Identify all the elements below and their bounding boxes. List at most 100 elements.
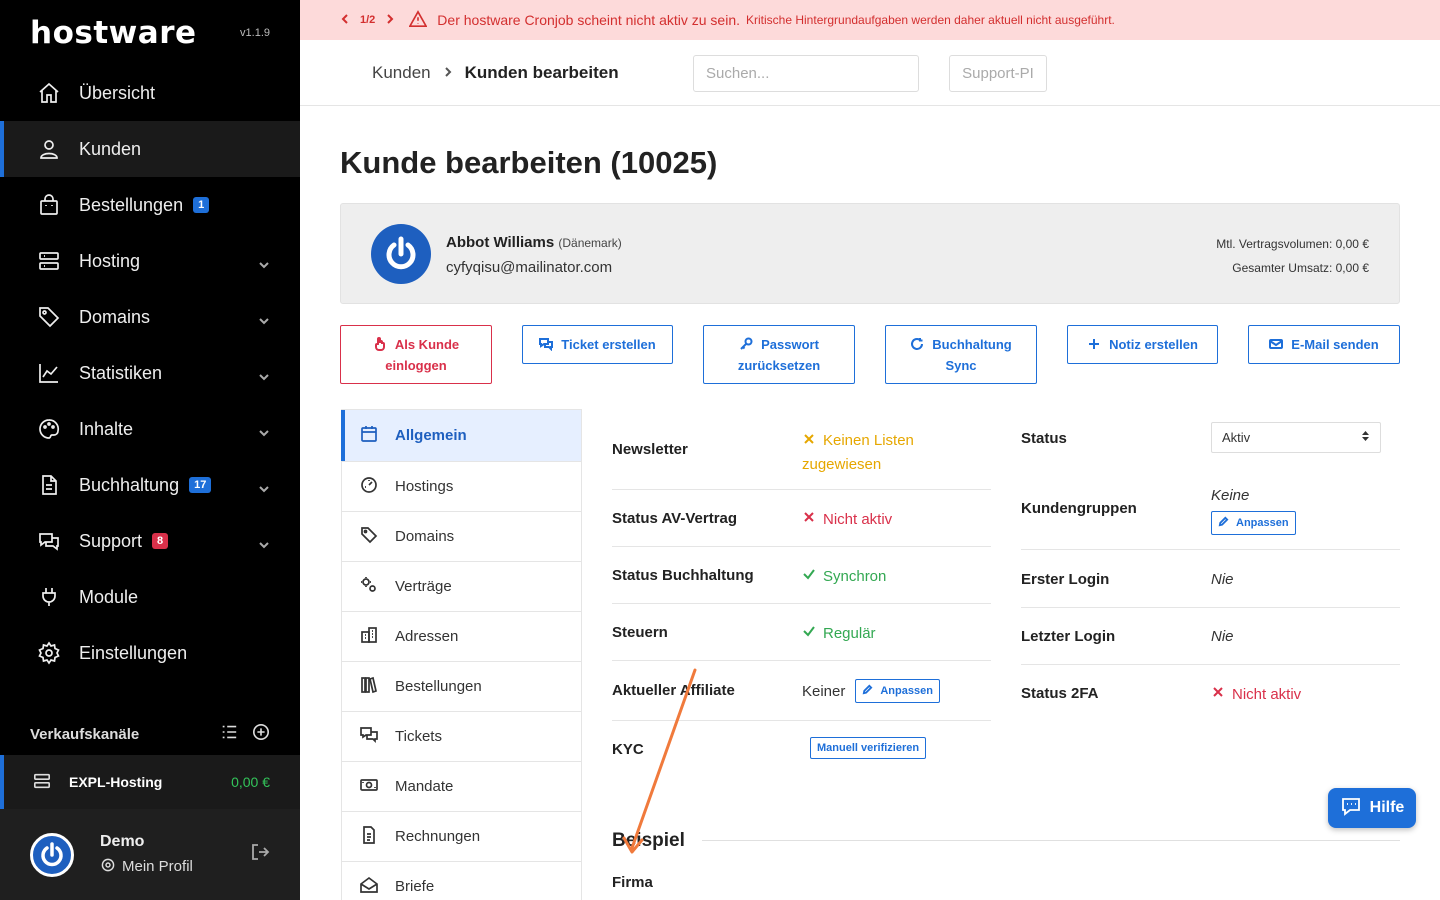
tab-briefe[interactable]: Briefe bbox=[342, 862, 581, 900]
list-icon[interactable] bbox=[220, 723, 238, 745]
info-row-newsletter: Newsletter Keinen Listen zugewiesen bbox=[612, 412, 991, 490]
tab-mandate[interactable]: Mandate bbox=[342, 762, 581, 812]
power-icon bbox=[386, 236, 416, 270]
chevron-right-icon bbox=[443, 64, 453, 82]
gear-icon bbox=[100, 857, 122, 877]
add-circle-icon[interactable] bbox=[252, 723, 270, 745]
sidebar-item-kunden[interactable]: Kunden bbox=[0, 121, 300, 177]
affiliate-edit-button[interactable]: Anpassen bbox=[855, 679, 940, 703]
sidebar-item-module[interactable]: Module bbox=[0, 569, 300, 625]
search-input[interactable] bbox=[693, 55, 919, 92]
chart-icon bbox=[36, 360, 62, 386]
alert-page-counter: 1/2 bbox=[360, 14, 376, 26]
tab-hostings[interactable]: Hostings bbox=[342, 462, 581, 512]
breadcrumb-current: Kunden bearbeiten bbox=[464, 62, 619, 82]
sidebar-item-label: Domains bbox=[79, 306, 151, 327]
info-row-2fa: Status 2FA Nicht aktiv bbox=[1021, 685, 1400, 705]
plug-icon bbox=[36, 584, 62, 610]
button-label: Buchhaltung bbox=[932, 336, 1012, 352]
server-icon bbox=[33, 772, 69, 793]
info-row-tax: Steuern Regulär bbox=[612, 604, 991, 661]
customer-summary-card: Abbot Williams (Dänemark) cyfyqisu@maili… bbox=[340, 203, 1400, 304]
support-pi-button[interactable]: Support-PI bbox=[949, 55, 1047, 92]
sidebar-item-domains[interactable]: Domains bbox=[0, 289, 300, 345]
chevron-down-icon[interactable] bbox=[258, 311, 270, 325]
orders-badge: 1 bbox=[193, 197, 210, 213]
customer-name: Abbot Williams bbox=[446, 234, 555, 251]
groups-value: Keine bbox=[1211, 487, 1250, 504]
home-icon bbox=[36, 80, 62, 106]
tab-label: Bestellungen bbox=[395, 678, 482, 695]
button-label: einloggen bbox=[385, 357, 447, 373]
accounting-badge: 17 bbox=[189, 477, 212, 493]
sidebar-item-einstellungen[interactable]: Einstellungen bbox=[0, 625, 300, 681]
my-profile-label: Mein Profil bbox=[122, 858, 193, 875]
button-label: Ticket erstellen bbox=[561, 337, 656, 352]
sidebar-item-label: Inhalte bbox=[79, 418, 134, 439]
power-icon bbox=[41, 841, 63, 866]
logout-icon[interactable] bbox=[250, 842, 270, 867]
logo[interactable]: hostware bbox=[30, 15, 197, 51]
sidebar-item-label: Module bbox=[79, 586, 139, 607]
my-profile-link[interactable]: Mein Profil bbox=[100, 857, 193, 877]
chevron-down-icon[interactable] bbox=[258, 479, 270, 493]
customer-email: cyfyqisu@mailinator.com bbox=[446, 259, 613, 276]
chevron-left-icon[interactable] bbox=[340, 13, 350, 27]
chevron-down-icon[interactable] bbox=[258, 367, 270, 381]
sidebar-item-uebersicht[interactable]: Übersicht bbox=[0, 65, 300, 121]
tab-vertraege[interactable]: Verträge bbox=[342, 562, 581, 612]
groups-edit-button[interactable]: Anpassen bbox=[1211, 511, 1296, 535]
sidebar-item-bestellungen[interactable]: Bestellungen 1 bbox=[0, 177, 300, 233]
profile-name: Demo bbox=[100, 832, 145, 850]
sidebar-item-support[interactable]: Support 8 bbox=[0, 513, 300, 569]
chevron-down-icon[interactable] bbox=[258, 423, 270, 437]
envelope-open-icon bbox=[360, 876, 395, 898]
affiliate-value-text: Keiner bbox=[802, 682, 846, 700]
tab-rechnungen[interactable]: Rechnungen bbox=[342, 812, 581, 862]
newsletter-label: Newsletter bbox=[612, 441, 688, 458]
tab-adressen[interactable]: Adressen bbox=[342, 612, 581, 662]
status-select[interactable]: Aktiv bbox=[1211, 422, 1381, 453]
create-note-button[interactable]: Notiz erstellen bbox=[1067, 325, 1218, 364]
send-email-button[interactable]: E-Mail senden bbox=[1248, 325, 1400, 364]
sidebar-item-inhalte[interactable]: Inhalte bbox=[0, 401, 300, 457]
top-header: Kunden Kunden bearbeiten Support-PI bbox=[300, 40, 1440, 106]
warning-icon bbox=[408, 9, 437, 31]
chat-icon bbox=[539, 334, 561, 355]
sidebar-item-statistiken[interactable]: Statistiken bbox=[0, 345, 300, 401]
help-button[interactable]: Hilfe bbox=[1328, 788, 1416, 828]
tab-bestellungen[interactable]: Bestellungen bbox=[342, 662, 581, 712]
tab-domains[interactable]: Domains bbox=[342, 512, 581, 562]
tab-label: Briefe bbox=[395, 878, 435, 895]
chat-icon bbox=[360, 726, 395, 748]
chevron-down-icon[interactable] bbox=[258, 255, 270, 269]
create-ticket-button[interactable]: Ticket erstellen bbox=[522, 325, 673, 364]
cogs-icon bbox=[360, 576, 395, 598]
chevron-right-icon[interactable] bbox=[385, 13, 395, 27]
reset-password-button[interactable]: Passwort zurücksetzen bbox=[703, 325, 855, 384]
twofa-value-text: Nicht aktiv bbox=[1232, 685, 1302, 703]
total-revenue: Gesamter Umsatz: 0,00 € bbox=[1232, 261, 1369, 275]
alert-pager: 1/2 bbox=[340, 13, 395, 27]
tab-allgemein[interactable]: Allgemein bbox=[341, 409, 581, 462]
login-as-customer-button[interactable]: Als Kunde einloggen bbox=[340, 325, 492, 384]
chevron-down-icon[interactable] bbox=[258, 535, 270, 549]
envelope-icon bbox=[1269, 334, 1291, 355]
gear-icon bbox=[36, 640, 62, 666]
avatar[interactable] bbox=[30, 832, 74, 877]
sidebar-item-hosting[interactable]: Hosting bbox=[0, 233, 300, 289]
sidebar-item-buchhaltung[interactable]: Buchhaltung 17 bbox=[0, 457, 300, 513]
kyc-verify-button[interactable]: Manuell verifizieren bbox=[810, 737, 927, 759]
sales-channel-item[interactable]: EXPL-Hosting 0,00 € bbox=[0, 755, 300, 809]
dashboard-icon bbox=[360, 476, 395, 498]
server-icon bbox=[36, 248, 62, 274]
button-label: Passwort bbox=[761, 336, 819, 352]
twofa-label: Status 2FA bbox=[1021, 685, 1099, 702]
button-label: Sync bbox=[945, 357, 977, 373]
accounting-sync-button[interactable]: Buchhaltung Sync bbox=[885, 325, 1037, 384]
tab-tickets[interactable]: Tickets bbox=[342, 712, 581, 762]
status-selected-value: Aktiv bbox=[1222, 430, 1251, 445]
calendar-icon bbox=[360, 425, 395, 447]
breadcrumb-kunden[interactable]: Kunden bbox=[372, 63, 431, 83]
sidebar-item-label: Übersicht bbox=[79, 82, 156, 103]
